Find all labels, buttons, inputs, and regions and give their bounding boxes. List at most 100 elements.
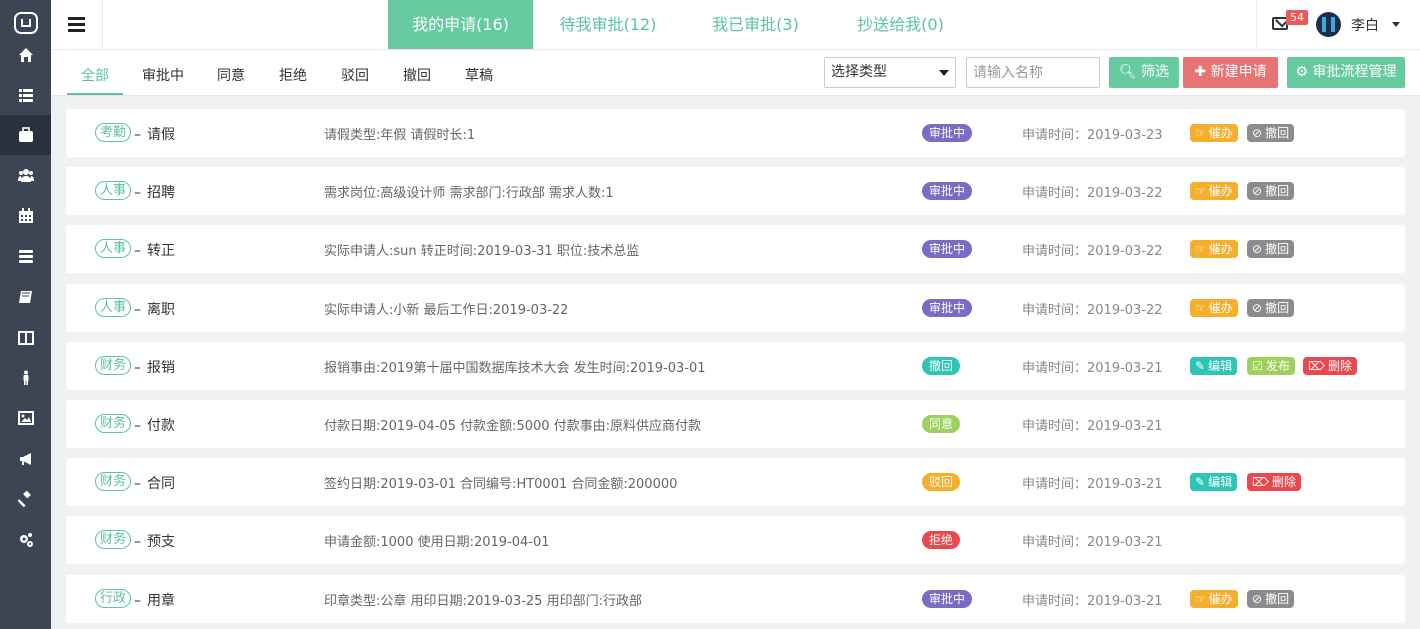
subtab-rejected[interactable]: 拒绝 [268, 50, 318, 95]
type-select[interactable]: 选择类型 [824, 57, 956, 88]
list-item[interactable]: 考勤 – 请假 请假类型:年假 请假时长:1 审批中 申请时间：2019-03-23 ☞ 催办… [66, 109, 1405, 157]
withdraw-button[interactable]: ⊘ 撤回 [1247, 182, 1295, 200]
trash-icon: ⌦ [1308, 359, 1325, 373]
sidebar-item-3[interactable] [0, 155, 51, 195]
avatar[interactable] [1316, 12, 1341, 37]
notification-badge: 54 [1286, 10, 1308, 25]
category-tag: 人事 [95, 298, 132, 317]
tab-pending-my-approval[interactable]: 待我审批(12) [533, 0, 683, 49]
calendar-icon [18, 208, 33, 223]
category-tag: 考勤 [95, 123, 132, 142]
caret-down-icon[interactable] [1392, 22, 1400, 27]
category-tag: 人事 [95, 239, 132, 258]
select-arrow-icon [939, 70, 949, 76]
sidebar-item-4[interactable] [0, 196, 51, 236]
status-badge: 审批中 [922, 124, 973, 142]
request-time: 申请时间：2019-03-21 [1022, 535, 1163, 550]
subtab-all[interactable]: 全部 [67, 50, 123, 95]
sidebar-item-10[interactable] [0, 439, 51, 479]
action-label: 催办 [1208, 592, 1233, 606]
action-label: 撤回 [1265, 242, 1290, 256]
name-search-input[interactable] [966, 57, 1100, 88]
request-name: – 转正 [134, 243, 175, 259]
action-label: 催办 [1208, 301, 1233, 315]
withdraw-button[interactable]: ⊘ 撤回 [1247, 590, 1295, 608]
gavel-icon [17, 491, 31, 507]
status-badge: 拒绝 [922, 531, 961, 549]
type-select-value: 选择类型 [831, 64, 887, 80]
delete-button[interactable]: ⌦ 删除 [1303, 357, 1357, 375]
subtab-returned[interactable]: 驳回 [330, 50, 380, 95]
action-label: 撤回 [1265, 126, 1290, 140]
category-tag: 人事 [95, 181, 132, 200]
request-name: – 付款 [134, 418, 175, 434]
list-item[interactable]: 人事 – 招聘 需求岗位:高级设计师 需求部门:行政部 需求人数:1 审批中 申请时间：2… [66, 167, 1405, 215]
status-badge: 审批中 [922, 299, 973, 317]
category-tag: 财务 [95, 414, 132, 433]
withdraw-button[interactable]: ⊘ 撤回 [1247, 240, 1295, 258]
sidebar-item-8[interactable] [0, 358, 51, 398]
request-time: 申请时间：2019-03-22 [1022, 303, 1163, 318]
sidebar-item-6[interactable] [0, 277, 51, 317]
withdraw-button[interactable]: ⊘ 撤回 [1247, 124, 1295, 142]
subtab-pending[interactable]: 审批中 [134, 50, 192, 95]
withdraw-button[interactable]: ⊘ 撤回 [1247, 299, 1295, 317]
sidebar-item-1[interactable] [0, 75, 51, 115]
urge-button[interactable]: ☞ 催办 [1190, 299, 1238, 317]
sidebar-item-2[interactable] [0, 115, 51, 155]
list-item[interactable]: 财务 – 预支 申请金额:1000 使用日期:2019-04-01 拒绝 申请时间：201… [66, 516, 1405, 564]
workflow-manage-button[interactable]: ⚙ 审批流程管理 [1287, 57, 1405, 88]
menu-toggle-icon[interactable] [51, 0, 103, 49]
list-item[interactable]: 人事 – 转正 实际申请人:sun 转正时间:2019-03-31 职位:技术总监 审批… [66, 225, 1405, 273]
delete-button[interactable]: ⌦ 删除 [1247, 473, 1301, 491]
request-time: 申请时间：2019-03-21 [1022, 419, 1163, 434]
request-name: – 合同 [134, 476, 175, 492]
list-item[interactable]: 财务 – 合同 签约日期:2019-03-01 合同编号:HT0001 合同金额:20… [66, 458, 1405, 506]
category-tag: 财务 [95, 472, 132, 491]
sidebar-item-9[interactable] [0, 398, 51, 438]
edit-button[interactable]: ✎ 编辑 [1190, 473, 1238, 491]
home-icon [18, 48, 33, 62]
list-item[interactable]: 财务 – 付款 付款日期:2019-04-05 付款金额:5000 付款事由:原料供应… [66, 400, 1405, 448]
request-detail: 需求岗位:高级设计师 需求部门:行政部 需求人数:1 [324, 186, 614, 201]
sidebar-item-12[interactable] [0, 520, 51, 560]
action-label: 删除 [1271, 475, 1296, 489]
list-item[interactable]: 财务 – 报销 报销事由:2019第十届中国数据库技术大会 发生时间:2019-03-… [66, 342, 1405, 390]
list-icon [18, 89, 33, 102]
filter-button[interactable]: 🔍︎ 筛选 [1109, 57, 1179, 88]
search-icon: 🔍︎ [1118, 64, 1137, 80]
sidebar-item-7[interactable] [0, 318, 51, 358]
server-icon [18, 250, 33, 263]
urge-button[interactable]: ☞ 催办 [1190, 590, 1238, 608]
new-request-button[interactable]: ✚ 新建申请 [1183, 57, 1278, 88]
request-name: – 报销 [134, 360, 175, 376]
tab-my-requests[interactable]: 我的申请(16) [388, 0, 533, 49]
subtab-draft[interactable]: 草稿 [454, 50, 504, 95]
tab-cc-to-me[interactable]: 抄送给我(0) [828, 0, 973, 49]
ban-icon: ⊘ [1252, 184, 1263, 198]
category-tag: 财务 [95, 530, 132, 549]
publish-button[interactable]: ☑ 发布 [1247, 357, 1295, 375]
users-icon [17, 169, 34, 182]
request-detail: 签约日期:2019-03-01 合同编号:HT0001 合同金额:200000 [324, 477, 678, 492]
edit-button[interactable]: ✎ 编辑 [1190, 357, 1238, 375]
tab-approved-by-me[interactable]: 我已审批(3) [683, 0, 828, 49]
status-badge: 审批中 [922, 590, 973, 608]
sidebar-item-0[interactable] [0, 35, 51, 75]
urge-button[interactable]: ☞ 催办 [1190, 124, 1238, 142]
urge-button[interactable]: ☞ 催办 [1190, 182, 1238, 200]
request-detail: 申请金额:1000 使用日期:2019-04-01 [324, 535, 550, 550]
list-item[interactable]: 行政 – 用章 印章类型:公章 用印日期:2019-03-25 用印部门:行政部 审批中… [66, 575, 1405, 623]
action-label: 编辑 [1208, 475, 1233, 489]
sidebar [0, 0, 51, 629]
sidebar-item-11[interactable] [0, 479, 51, 519]
urge-button[interactable]: ☞ 催办 [1190, 240, 1238, 258]
list-item[interactable]: 人事 – 离职 实际申请人:小新 最后工作日:2019-03-22 审批中 申请时间：20… [66, 284, 1405, 332]
subtab-agreed[interactable]: 同意 [206, 50, 256, 95]
subtab-withdrawn[interactable]: 撤回 [392, 50, 442, 95]
user-name[interactable]: 李白 [1351, 15, 1379, 35]
action-label: 撤回 [1265, 184, 1290, 198]
request-detail: 印章类型:公章 用印日期:2019-03-25 用印部门:行政部 [324, 594, 642, 609]
sidebar-item-5[interactable] [0, 236, 51, 276]
action-label: 催办 [1208, 242, 1233, 256]
